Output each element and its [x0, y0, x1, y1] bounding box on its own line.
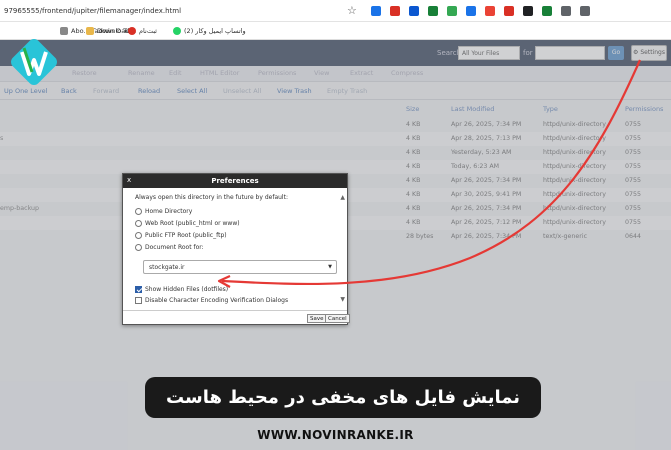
- browser-extension-icon[interactable]: [466, 6, 476, 16]
- whatsapp-icon: [173, 27, 181, 35]
- close-icon[interactable]: x: [127, 174, 131, 186]
- radio-button[interactable]: [135, 208, 142, 215]
- browser-extension-icon[interactable]: [561, 6, 571, 16]
- save-button[interactable]: Save: [307, 314, 327, 323]
- bookmarks-bar: Abo... Tadwin O Te... Download ثبت‌نام و…: [0, 22, 671, 40]
- cancel-button[interactable]: Cancel: [325, 314, 350, 323]
- website-url: WWW.NOVINRANKE.IR: [257, 428, 414, 442]
- radio-home-directory[interactable]: Home Directory: [135, 208, 192, 215]
- brand-logo-icon: [11, 39, 57, 85]
- scroll-up-icon[interactable]: ▲: [340, 194, 345, 201]
- chevron-down-icon: ▼: [328, 264, 332, 270]
- radio-button[interactable]: [135, 232, 142, 239]
- browser-extension-icon[interactable]: [504, 6, 514, 16]
- browser-extension-icon[interactable]: [409, 6, 419, 16]
- scroll-down-icon[interactable]: ▼: [340, 296, 345, 303]
- default-directory-intro: Always open this directory in the future…: [135, 194, 288, 201]
- browser-extension-icon[interactable]: [371, 6, 381, 16]
- show-hidden-files-checkbox[interactable]: [135, 286, 142, 293]
- browser-extension-icon[interactable]: [580, 6, 590, 16]
- radio-button[interactable]: [135, 244, 142, 251]
- radio-button[interactable]: [135, 220, 142, 227]
- bookmark-item[interactable]: ثبت‌نام: [128, 27, 157, 35]
- browser-extension-icon[interactable]: [485, 6, 495, 16]
- browser-extension-icon[interactable]: [523, 6, 533, 16]
- preferences-dialog: Preferences x ▲ Always open this directo…: [122, 173, 350, 325]
- site-favicon-icon: [128, 27, 136, 35]
- radio-web-root[interactable]: Web Root (public_html or www): [135, 220, 240, 227]
- dialog-body: ▲ Always open this directory in the futu…: [123, 188, 347, 310]
- radio-public-ftp-root[interactable]: Public FTP Root (public_ftp): [135, 232, 227, 239]
- title-banner: نمایش فایل های مخفی در محیط هاست: [145, 377, 541, 418]
- bookmark-item[interactable]: واتساپ ایمیل وکار (2): [173, 27, 246, 35]
- disable-encoding-option[interactable]: Disable Character Encoding Verification …: [135, 297, 288, 304]
- browser-extension-icon[interactable]: [447, 6, 457, 16]
- bookmark-item[interactable]: Download: [86, 27, 129, 35]
- dialog-footer: Save Cancel: [123, 310, 350, 324]
- dialog-title: Preferences: [123, 174, 347, 188]
- radio-document-root[interactable]: Document Root for:: [135, 244, 204, 251]
- show-hidden-files-option[interactable]: Show Hidden Files (dotfiles): [135, 286, 228, 293]
- browser-extension-icon[interactable]: [390, 6, 400, 16]
- folder-icon: [60, 27, 68, 35]
- url-text[interactable]: 97965555/frontend/jupiter/filemanager/in…: [4, 7, 181, 15]
- domain-select[interactable]: stockgate.ir ▼: [143, 260, 337, 274]
- browser-extension-icon[interactable]: [428, 6, 438, 16]
- bookmark-star-icon[interactable]: ☆: [347, 4, 357, 17]
- folder-icon: [86, 27, 94, 35]
- browser-extension-icon[interactable]: [542, 6, 552, 16]
- disable-encoding-checkbox[interactable]: [135, 297, 142, 304]
- browser-address-bar[interactable]: 97965555/frontend/jupiter/filemanager/in…: [0, 0, 671, 22]
